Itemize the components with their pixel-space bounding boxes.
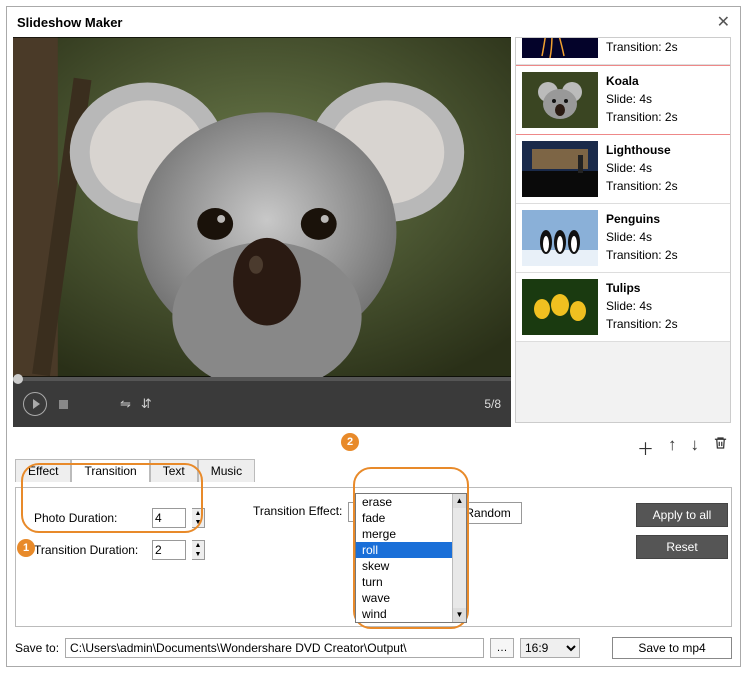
play-button[interactable] xyxy=(23,392,47,416)
list-item[interactable]: Jellyfish Slide: 4s Transition: 2s xyxy=(516,37,730,65)
item-trans-dur: Transition: 2s xyxy=(606,108,678,126)
move-up-icon[interactable]: ↑ xyxy=(668,435,677,460)
save-to-mp4-button[interactable]: Save to mp4 xyxy=(612,637,732,659)
photo-dur-down[interactable]: ▼ xyxy=(192,518,204,527)
item-name: Koala xyxy=(606,72,678,90)
thumb-tulips xyxy=(522,279,598,335)
option-wind[interactable]: wind xyxy=(356,606,466,622)
option-roll[interactable]: roll xyxy=(356,542,466,558)
flip-vertical-icon[interactable]: ⇵ xyxy=(141,396,152,412)
thumb-penguins xyxy=(522,210,598,266)
duration-group: Photo Duration: ▲▼ Transition Duration: … xyxy=(26,502,213,566)
annotation-badge-2: 2 xyxy=(341,433,359,451)
stop-button[interactable] xyxy=(59,400,68,409)
item-slide-dur: Slide: 4s xyxy=(606,159,678,177)
trans-dur-up[interactable]: ▲ xyxy=(192,541,204,550)
transition-effect-label: Transition Effect: xyxy=(253,502,342,518)
tabs-row: Effect Transition Text Music xyxy=(15,459,732,482)
item-trans-dur: Transition: 2s xyxy=(606,177,678,195)
option-turn[interactable]: turn xyxy=(356,574,466,590)
seek-thumb[interactable] xyxy=(13,374,23,384)
option-fade[interactable]: fade xyxy=(356,510,466,526)
save-path-input[interactable] xyxy=(65,638,484,658)
item-name: Tulips xyxy=(606,279,678,297)
list-actions: ＋ ↑ ↓ xyxy=(7,427,740,460)
annotation-badge-1: 1 xyxy=(17,539,35,557)
apply-to-all-button[interactable]: Apply to all xyxy=(636,503,728,527)
window-title: Slideshow Maker xyxy=(17,15,122,30)
transition-effect-dropdown[interactable]: erase fade merge roll skew turn wave win… xyxy=(355,493,467,623)
photo-dur-up[interactable]: ▲ xyxy=(192,509,204,518)
item-name: Penguins xyxy=(606,210,678,228)
thumb-koala xyxy=(522,72,598,128)
preview-column: ⇋ ⇵ 5/8 xyxy=(13,37,511,427)
controls-bar: ⇋ ⇵ 5/8 xyxy=(13,381,511,427)
list-item[interactable]: Penguins Slide: 4s Transition: 2s xyxy=(516,204,730,273)
photo-duration-input[interactable] xyxy=(152,508,186,528)
transition-duration-label: Transition Duration: xyxy=(34,543,146,557)
tab-effect[interactable]: Effect xyxy=(15,459,71,482)
item-trans-dur: Transition: 2s xyxy=(606,315,678,333)
transition-duration-input[interactable] xyxy=(152,540,186,560)
thumb-lighthouse xyxy=(522,141,598,197)
reset-button[interactable]: Reset xyxy=(636,535,728,559)
slide-counter: 5/8 xyxy=(484,397,501,411)
thumb-jellyfish xyxy=(522,37,598,58)
save-to-label: Save to: xyxy=(15,641,59,655)
move-down-icon[interactable]: ↓ xyxy=(691,435,700,460)
item-slide-dur: Slide: 4s xyxy=(606,90,678,108)
slide-list[interactable]: Jellyfish Slide: 4s Transition: 2s Koala… xyxy=(515,37,731,423)
add-icon[interactable]: ＋ xyxy=(637,435,654,460)
item-trans-dur: Transition: 2s xyxy=(606,246,678,264)
tab-transition[interactable]: Transition xyxy=(71,459,149,482)
close-icon[interactable]: ✕ xyxy=(717,12,730,32)
option-merge[interactable]: merge xyxy=(356,526,466,542)
preview-stage xyxy=(13,37,511,377)
tab-music[interactable]: Music xyxy=(198,459,255,482)
item-name: Lighthouse xyxy=(606,141,678,159)
list-item[interactable]: Tulips Slide: 4s Transition: 2s xyxy=(516,273,730,342)
item-slide-dur: Slide: 4s xyxy=(606,297,678,315)
item-trans-dur: Transition: 2s xyxy=(606,38,678,56)
option-wave[interactable]: wave xyxy=(356,590,466,606)
item-slide-dur: Slide: 4s xyxy=(606,228,678,246)
list-item[interactable]: Lighthouse Slide: 4s Transition: 2s xyxy=(516,135,730,204)
dropdown-scrollbar[interactable]: ▲ ▼ xyxy=(452,494,466,622)
option-erase[interactable]: erase xyxy=(356,494,466,510)
preview-image xyxy=(13,37,511,377)
browse-button[interactable]: … xyxy=(490,638,514,658)
tab-text[interactable]: Text xyxy=(150,459,198,482)
save-row: Save to: … 16:9 Save to mp4 xyxy=(7,627,740,659)
titlebar: Slideshow Maker ✕ xyxy=(7,7,740,37)
option-skew[interactable]: skew xyxy=(356,558,466,574)
flip-horizontal-icon[interactable]: ⇋ xyxy=(120,396,131,412)
trans-dur-down[interactable]: ▼ xyxy=(192,550,204,559)
photo-duration-label: Photo Duration: xyxy=(34,511,146,525)
delete-icon[interactable] xyxy=(713,435,728,460)
aspect-ratio-select[interactable]: 16:9 xyxy=(520,638,580,658)
list-item[interactable]: Koala Slide: 4s Transition: 2s xyxy=(516,65,730,135)
